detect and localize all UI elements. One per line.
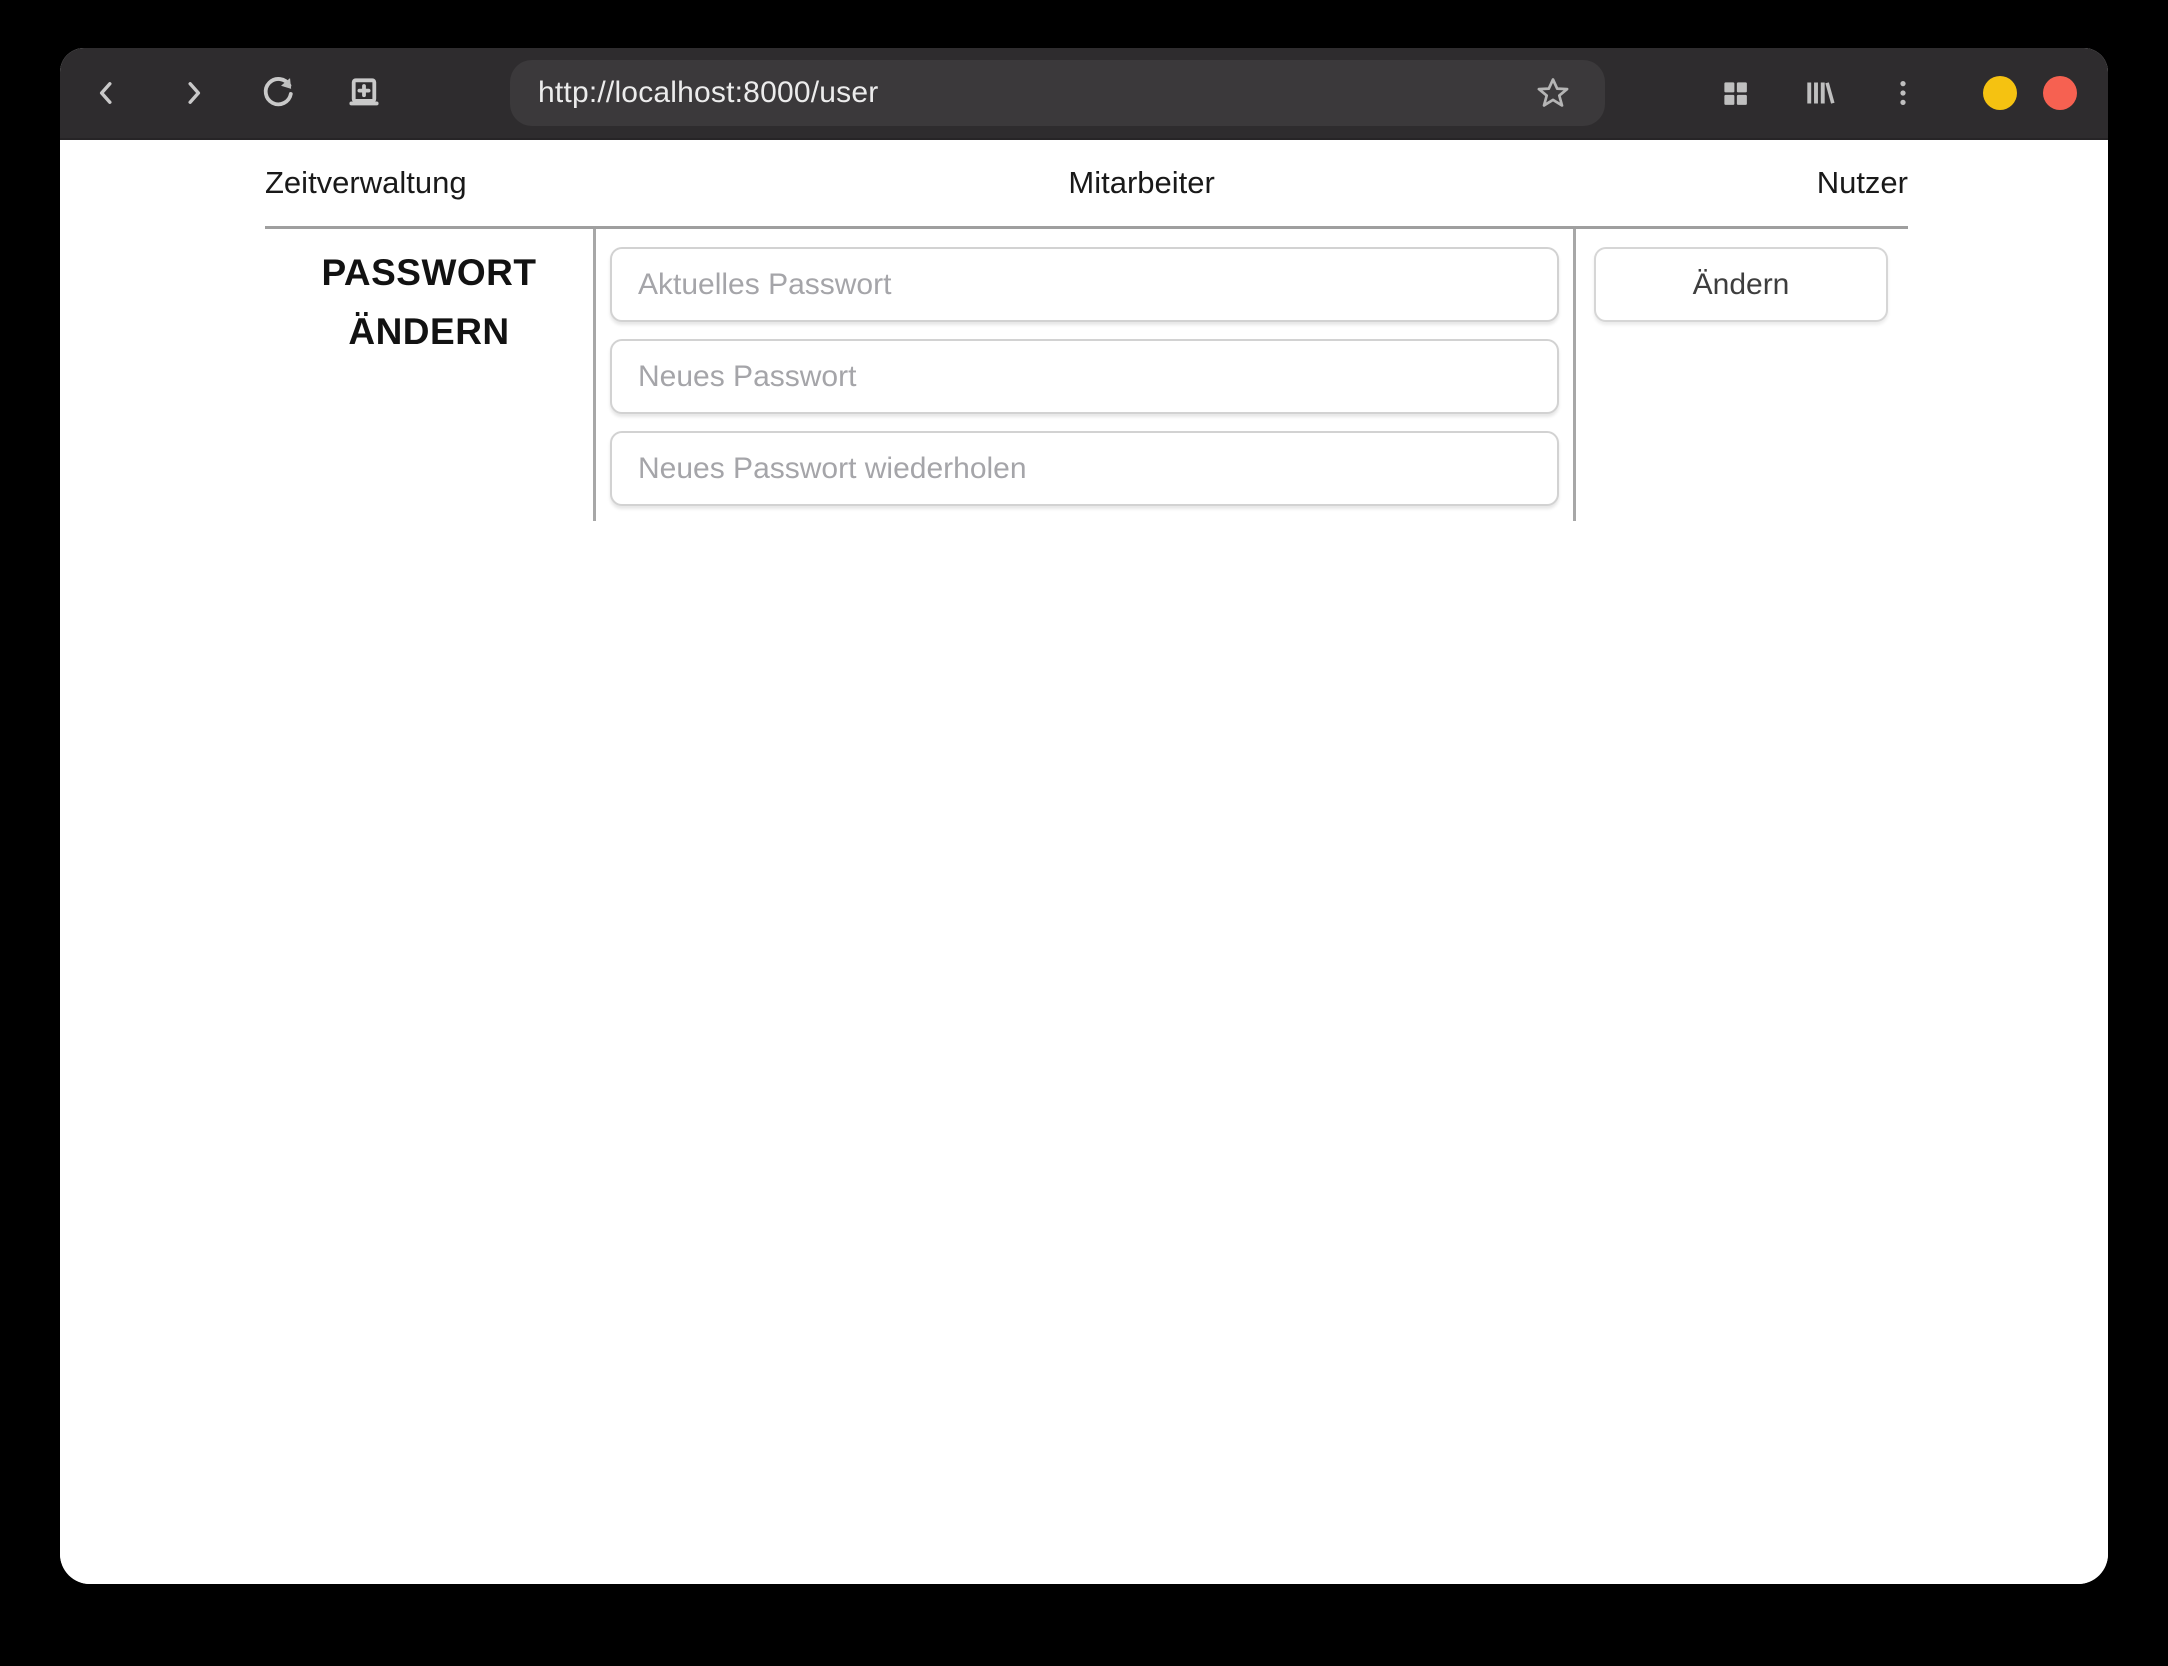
back-icon (99, 82, 112, 104)
url-text[interactable]: http://localhost:8000/user (538, 76, 878, 110)
change-password-button[interactable]: Ändern (1594, 247, 1888, 322)
save-page-icon (349, 78, 379, 106)
action-column: Ändern (1576, 229, 1908, 521)
library-icon (1807, 82, 1835, 104)
section-heading-line1: PASSWORT (321, 252, 537, 293)
site-navigation: Zeitverwaltung Mitarbeiter Nutzer (60, 140, 2108, 226)
url-bar[interactable]: http://localhost:8000/user (510, 60, 1605, 126)
password-change-section: PASSWORT ÄNDERN Ändern (265, 226, 1908, 521)
menu-button[interactable] (1879, 69, 1927, 117)
apps-grid-button[interactable] (1711, 69, 1759, 117)
heading-column: PASSWORT ÄNDERN (265, 229, 593, 521)
form-column (593, 229, 1576, 521)
apps-grid-icon (1724, 82, 1747, 105)
screen: http://localhost:8000/user Zeitverwaltun… (0, 0, 2168, 1666)
back-button[interactable] (83, 69, 131, 117)
close-window-button[interactable] (2043, 76, 2077, 110)
browser-window: http://localhost:8000/user Zeitverwaltun… (60, 48, 2108, 1584)
forward-button[interactable] (169, 69, 217, 117)
reload-icon (263, 77, 293, 107)
nav-item-nutzer[interactable]: Nutzer (1817, 165, 1908, 201)
library-button[interactable] (1795, 69, 1843, 117)
save-page-button[interactable] (340, 69, 388, 117)
browser-toolbar: http://localhost:8000/user (60, 48, 2108, 140)
section-heading: PASSWORT ÄNDERN (265, 243, 593, 361)
minimize-window-button[interactable] (1983, 76, 2017, 110)
bookmark-button[interactable] (1531, 71, 1575, 115)
bookmark-star-icon (1537, 78, 1569, 107)
forward-icon (188, 82, 201, 104)
new-password-input[interactable] (610, 339, 1559, 414)
reload-button[interactable] (254, 69, 302, 117)
page-content: Zeitverwaltung Mitarbeiter Nutzer PASSWO… (60, 140, 2108, 1584)
nav-item-mitarbeiter[interactable]: Mitarbeiter (1068, 165, 1214, 201)
current-password-input[interactable] (610, 247, 1559, 322)
kebab-menu-icon (1900, 81, 1906, 105)
section-heading-line2: ÄNDERN (348, 311, 510, 353)
nav-item-zeitverwaltung[interactable]: Zeitverwaltung (265, 165, 467, 201)
repeat-new-password-input[interactable] (610, 431, 1559, 506)
